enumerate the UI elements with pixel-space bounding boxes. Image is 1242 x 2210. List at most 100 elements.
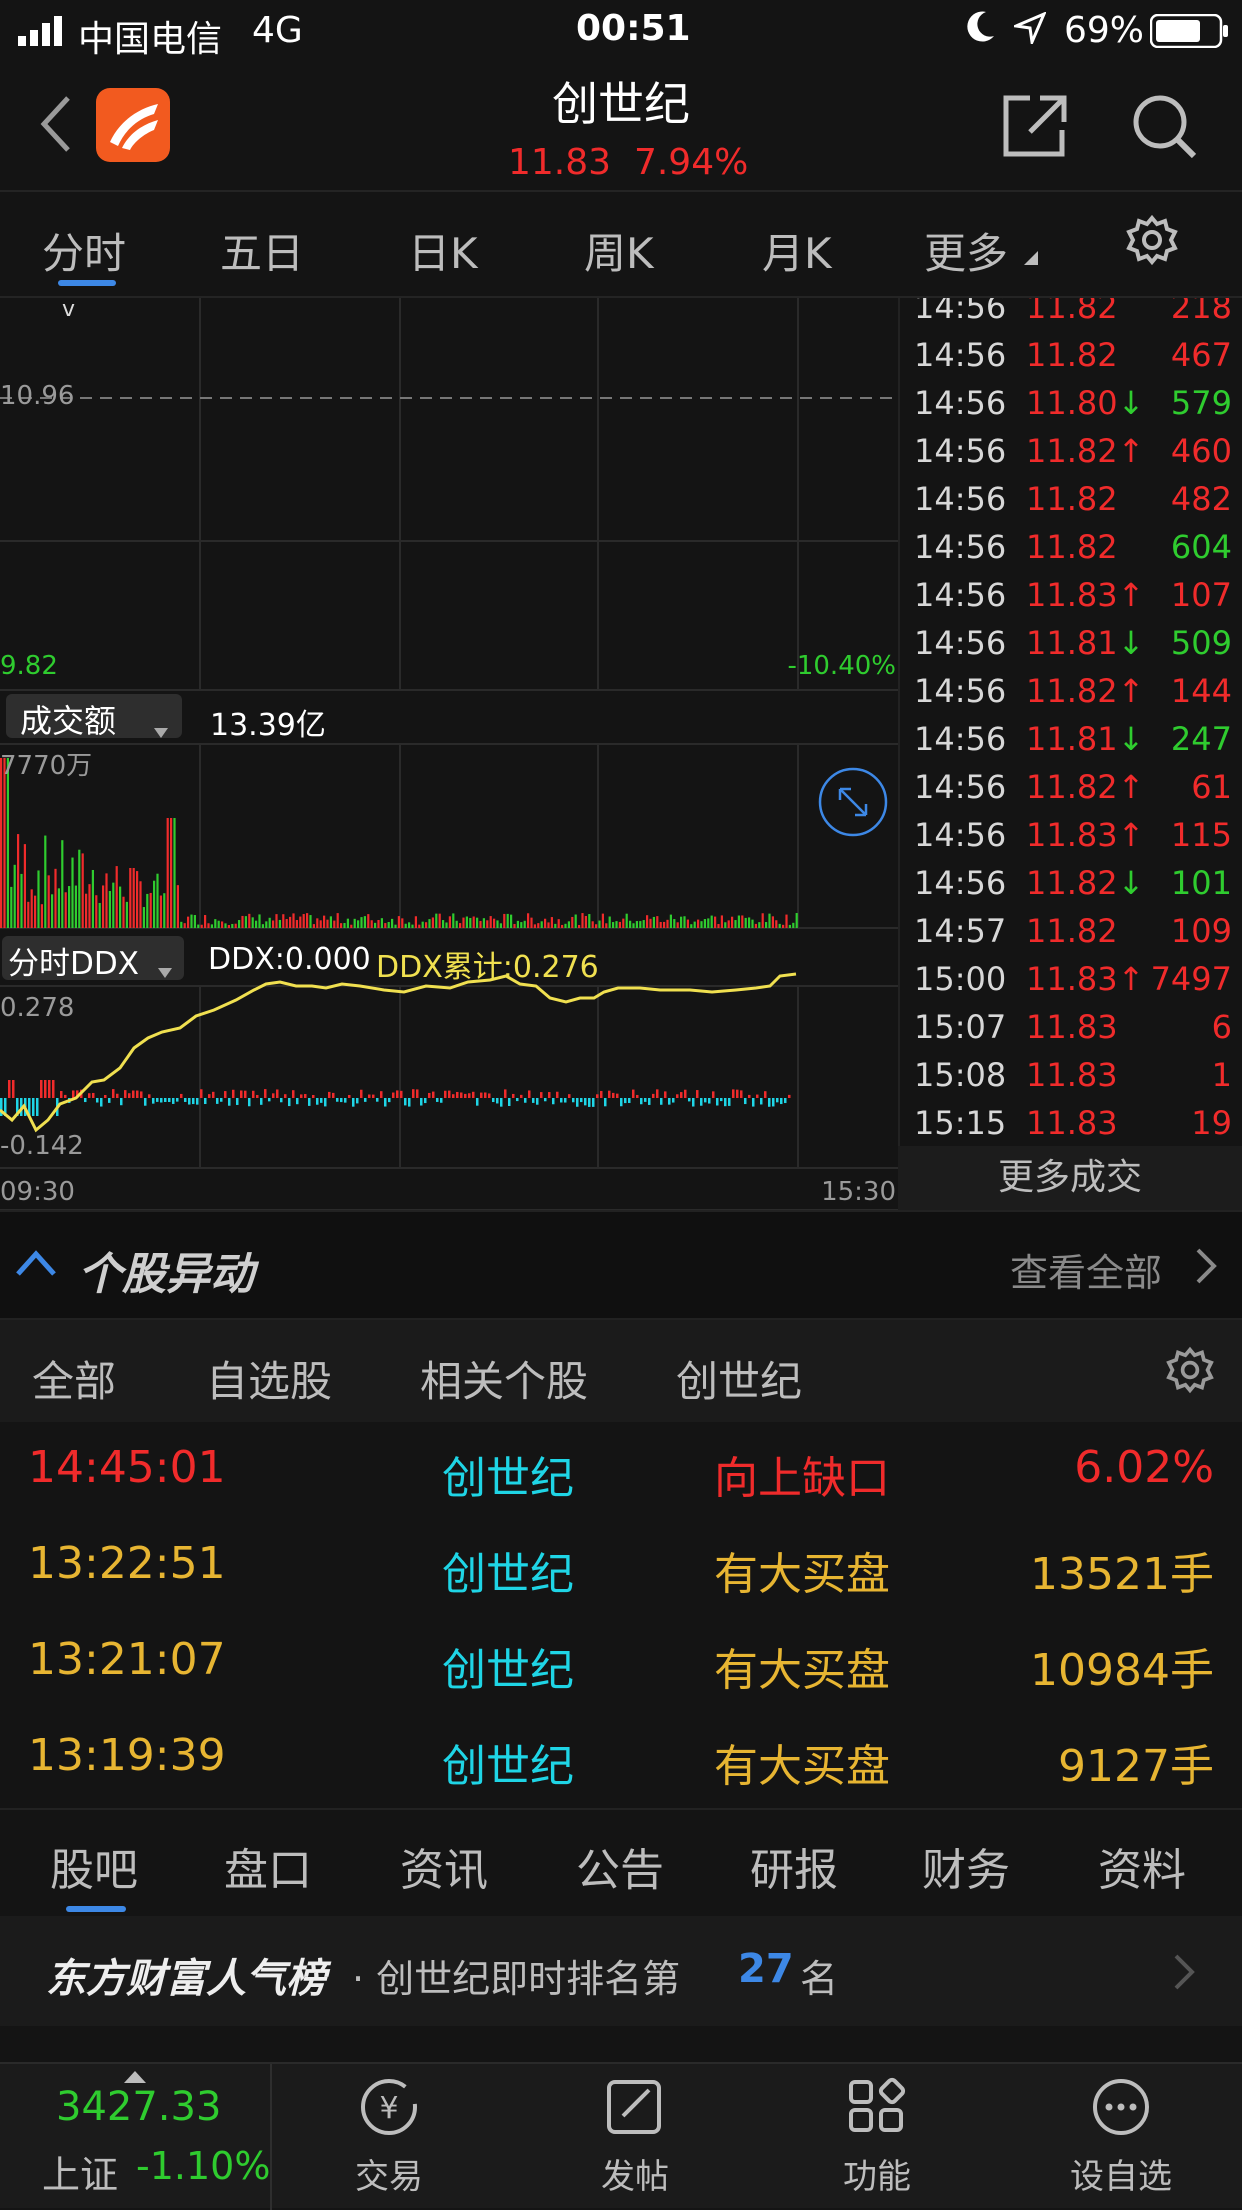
volume-bar [268, 917, 271, 928]
tab-research[interactable]: 研报 [750, 1834, 838, 1898]
volume-bar [282, 914, 285, 928]
ddx-bar [396, 1090, 399, 1098]
filter-current-stock[interactable]: 创世纪 [676, 1348, 802, 1409]
tab-orderbook[interactable]: 盘口 [224, 1834, 312, 1898]
ddx-bar [500, 1098, 503, 1107]
more-deals-button[interactable]: 更多成交 [898, 1146, 1242, 1210]
tab-news[interactable]: 资讯 [400, 1834, 488, 1898]
tab-finance[interactable]: 财务 [922, 1834, 1010, 1898]
volume-bar [241, 915, 244, 928]
ddx-bar [236, 1098, 239, 1105]
volume-bar [299, 916, 302, 928]
volume-bar [272, 920, 275, 928]
volume-bar [166, 818, 169, 928]
volume-bar [445, 922, 448, 928]
mover-row[interactable]: 13:21:07 创世纪 有大买盘 10984手 [0, 1614, 1242, 1710]
chevron-up-icon[interactable] [16, 1248, 56, 1282]
share-icon[interactable] [1000, 92, 1070, 166]
ddx-bar [668, 1098, 671, 1105]
view-all-link[interactable]: 查看全部 [1010, 1242, 1162, 1297]
volume-bar [775, 920, 778, 928]
volume-bar [693, 921, 696, 928]
volume-bar [714, 916, 717, 928]
functions-button[interactable]: 功能 [802, 2074, 952, 2198]
tab-announcements[interactable]: 公告 [576, 1834, 664, 1898]
ddx-selector[interactable]: 分时DDX [2, 936, 184, 982]
volume-bar [520, 922, 523, 928]
volume-bar [248, 913, 251, 928]
tab-week-k[interactable]: 周K [584, 220, 654, 281]
ddx-bar [640, 1098, 643, 1105]
volume-bar [493, 918, 496, 928]
ddx-bar [264, 1089, 267, 1098]
mover-row[interactable]: 13:22:51 创世纪 有大买盘 13521手 [0, 1518, 1242, 1614]
intraday-chart[interactable]: v 10.96 9.82 -10.40% 7770万 0.278 -0.142 … [0, 297, 898, 1211]
tab-profile[interactable]: 资料 [1098, 1834, 1186, 1898]
volume-bar [176, 885, 179, 928]
volume-bar [6, 758, 9, 928]
trade-ticks-list[interactable]: 14:56 11.82 218 14:56 11.82 467 14:56 11.80↓ 579… [898, 298, 1242, 1146]
tab-month-k[interactable]: 月K [762, 220, 832, 281]
volume-bar [489, 916, 492, 928]
tick-volume: 109 [1170, 912, 1232, 950]
ddx-bar [588, 1098, 591, 1107]
volume-bar [418, 924, 421, 928]
post-button[interactable]: 发帖 [560, 2074, 710, 2198]
volume-bar [44, 835, 47, 928]
volume-bar [183, 923, 186, 928]
tick-price: 11.81↓ [1026, 720, 1145, 758]
gear-icon[interactable] [1126, 214, 1178, 270]
popularity-rank-banner[interactable]: 东方财富人气榜 · 创世纪即时排名第 27 名 [0, 1916, 1242, 2026]
svg-text:¥: ¥ [379, 2091, 398, 2126]
bottom-toolbar: 3427.33 上证 -1.10% ¥ 交易 发帖 功能 设自选 [0, 2062, 1242, 2210]
volume-bar [200, 924, 203, 928]
volume-bar [564, 923, 567, 928]
tab-day-k[interactable]: 日K [408, 220, 478, 281]
filter-all[interactable]: 全部 [32, 1348, 116, 1409]
ddx-bar [12, 1080, 15, 1098]
carrier-name: 中国电信 [78, 19, 223, 60]
volume-bar [384, 923, 387, 928]
tick-time: 15:00 [914, 960, 1007, 998]
volume-bar [516, 920, 519, 928]
expand-icon[interactable] [818, 767, 888, 837]
signal-icon [18, 14, 66, 55]
ddx-bar [676, 1094, 679, 1098]
volume-selector[interactable]: 成交额 [6, 694, 182, 740]
volume-bar [119, 886, 122, 928]
tab-forum[interactable]: 股吧 [50, 1834, 138, 1898]
ddx-bar [560, 1098, 563, 1103]
ddx-bar [432, 1091, 435, 1098]
trade-tick-row: 14:57 11.82 109 [914, 912, 1240, 960]
index-value[interactable]: 3427.33 [56, 2084, 221, 2130]
filter-related[interactable]: 相关个股 [420, 1348, 588, 1409]
filter-watchlist[interactable]: 自选股 [206, 1348, 332, 1409]
volume-bar [615, 921, 618, 928]
search-icon[interactable] [1130, 92, 1200, 166]
ddx-bar [628, 1098, 631, 1103]
ddx-bar [464, 1093, 467, 1098]
ddx-bar [632, 1089, 635, 1098]
mover-row[interactable]: 13:19:39 创世纪 有大买盘 9127手 [0, 1710, 1242, 1806]
ddx-bar [532, 1098, 535, 1103]
time-start-label: 09:30 [0, 1177, 75, 1207]
volume-bar [513, 923, 516, 928]
ddx-bar [412, 1089, 415, 1098]
tab-intraday[interactable]: 分时 [42, 220, 126, 281]
ddx-bar [64, 1094, 67, 1098]
ddx-bar [312, 1094, 315, 1098]
tick-time: 14:57 [914, 912, 1007, 950]
tab-more[interactable]: 更多 [924, 220, 1008, 281]
trade-button[interactable]: ¥ 交易 [314, 2074, 464, 2198]
volume-bar [275, 914, 278, 928]
volume-bar [367, 914, 370, 928]
ddx-bar [224, 1091, 227, 1098]
tab-five-day[interactable]: 五日 [220, 220, 304, 281]
ddx-bar [660, 1098, 663, 1105]
volume-bar [527, 913, 530, 928]
ddx-bar [48, 1080, 51, 1098]
mover-row[interactable]: 14:45:01 创世纪 向上缺口 6.02% [0, 1422, 1242, 1518]
add-watchlist-button[interactable]: 设自选 [1046, 2074, 1196, 2198]
volume-bar [751, 919, 754, 928]
gear-icon[interactable] [1166, 1346, 1214, 1398]
